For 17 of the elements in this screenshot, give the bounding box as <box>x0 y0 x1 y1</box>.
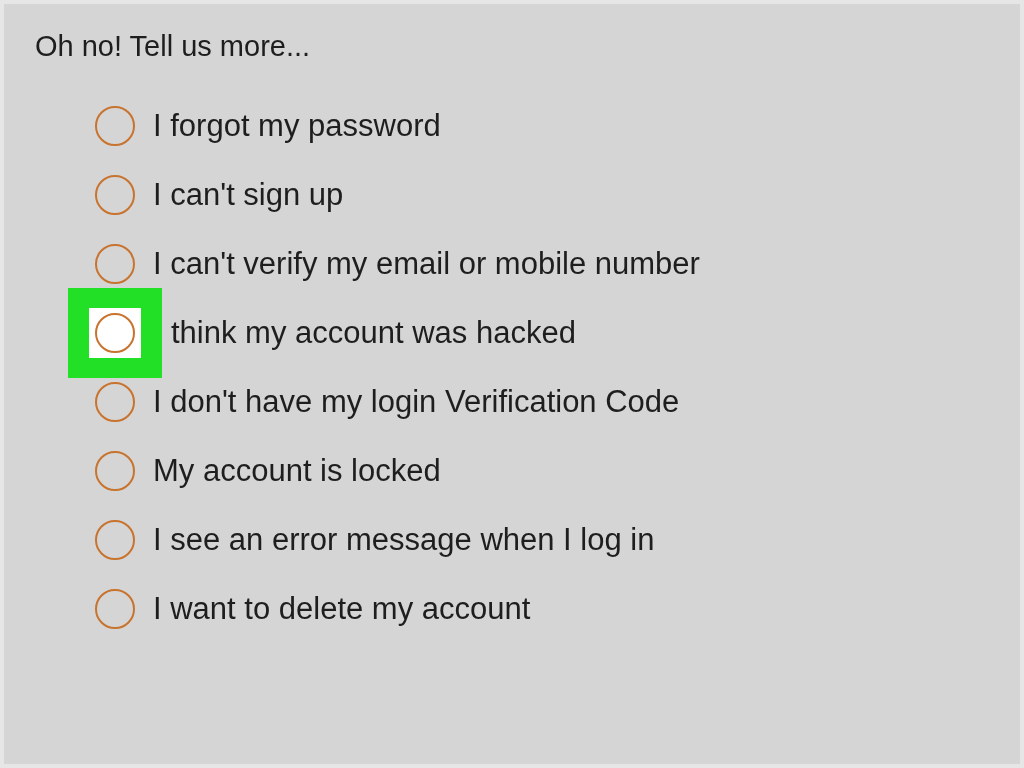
option-label: I can't sign up <box>153 176 344 214</box>
option-label: I forgot my password <box>153 107 441 145</box>
radio-button[interactable] <box>95 175 135 215</box>
radio-button[interactable] <box>95 520 135 560</box>
radio-button[interactable] <box>95 451 135 491</box>
question-title: Oh no! Tell us more... <box>35 29 312 64</box>
radio-button[interactable] <box>95 382 135 422</box>
radio-button[interactable] <box>95 313 135 353</box>
radio-button[interactable] <box>95 244 135 284</box>
option-label: My account is locked <box>153 452 441 490</box>
option-label: think my account was hacked <box>171 314 576 352</box>
option-label: I want to delete my account <box>153 590 531 628</box>
option-label: I see an error message when I log in <box>153 521 655 559</box>
radio-button[interactable] <box>95 106 135 146</box>
option-label: I don't have my login Verification Code <box>153 383 680 421</box>
option-label: I can't verify my email or mobile number <box>153 245 700 283</box>
radio-button[interactable] <box>95 589 135 629</box>
